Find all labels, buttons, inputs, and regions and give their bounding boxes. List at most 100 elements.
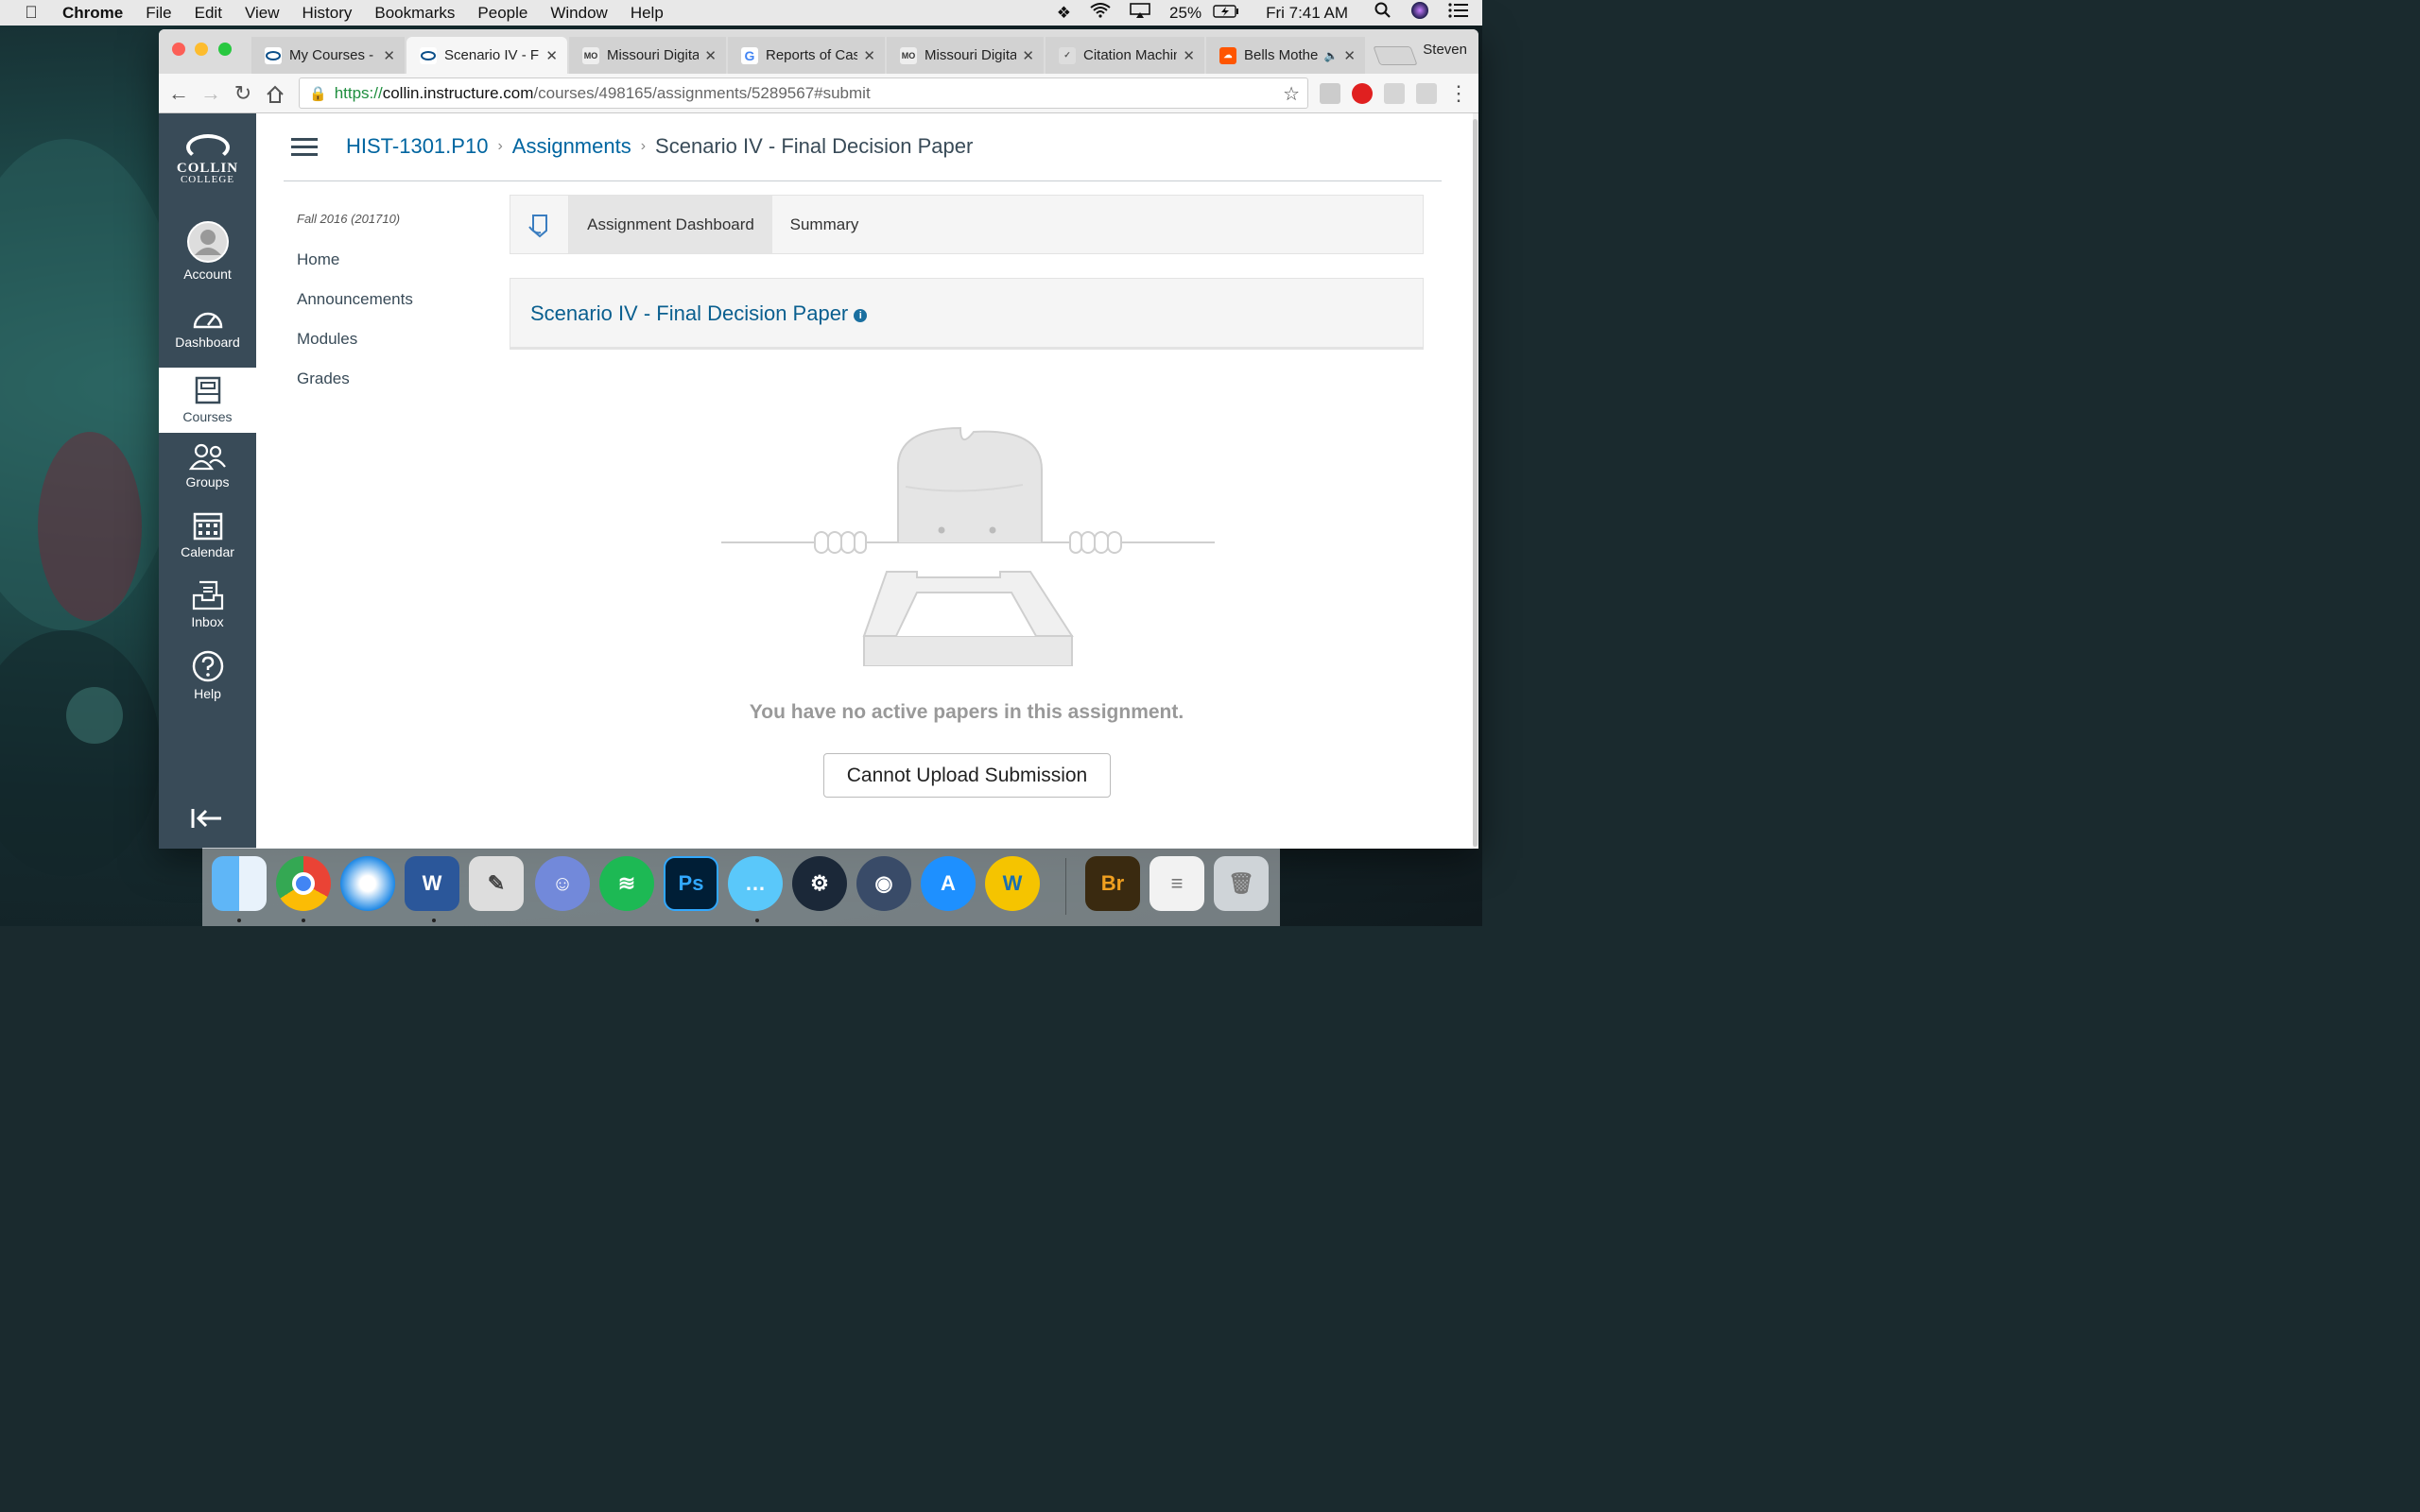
home-icon[interactable] [263,81,287,106]
browser-toolbar: ← → ↻ 🔒 https:// collin.instructure.com … [159,74,1478,113]
messages-icon[interactable]: … [728,856,783,911]
tab-summary[interactable]: Summary [772,196,876,253]
menubar-clock[interactable]: Fri 7:41 AM [1249,4,1365,23]
menu-people[interactable]: People [466,4,539,23]
wifi-icon[interactable] [1080,3,1120,23]
hamburger-menu-icon[interactable] [291,138,318,161]
coursenav-announcements[interactable]: Announcements [297,290,486,309]
globalnav-label: Inbox [191,614,224,629]
close-tab-icon[interactable]: ✕ [383,47,395,64]
globalnav-help[interactable]: Help [159,650,256,709]
page-scrollbar[interactable] [1473,113,1478,849]
tab-reports-of-cases[interactable]: G Reports of Cas ✕ [728,37,885,74]
safari-icon[interactable] [340,856,395,911]
tab-title: Reports of Cas [766,47,858,63]
globalnav-groups[interactable]: Groups [159,442,256,501]
chrome-icon[interactable] [276,856,331,911]
back-arrow-icon[interactable]: ← [166,81,191,106]
reload-icon[interactable]: ↻ [231,81,255,106]
photoshop-icon[interactable]: Ps [664,856,718,911]
teamspeak-icon[interactable]: ◉ [856,856,911,911]
new-tab-button[interactable] [1373,46,1418,65]
menu-window[interactable]: Window [539,4,618,23]
globalnav-label: Groups [185,474,230,490]
info-icon[interactable]: i [854,309,868,322]
dropbox-icon[interactable]: ❖ [1047,4,1080,23]
steam-icon[interactable]: ⚙ [792,856,847,911]
minimize-window-button[interactable] [195,43,208,56]
globalnav-calendar[interactable]: Calendar [159,510,256,569]
globalnav-courses[interactable]: Courses [159,368,256,433]
adblock-icon[interactable] [1352,83,1373,104]
profile-name[interactable]: Steven [1423,42,1467,58]
collin-college-logo[interactable]: COLLIN COLLEGE [159,134,256,185]
tab-bells-mother[interactable]: ☁ Bells Mothe 🔈 ✕ [1206,37,1365,74]
coursenav-grades[interactable]: Grades [297,369,486,388]
globalnav-label: Help [194,686,221,701]
close-tab-icon[interactable]: ✕ [1183,47,1195,64]
siri-icon[interactable] [1401,1,1439,25]
bridge-icon[interactable]: Br [1085,856,1140,911]
chrome-menu-icon[interactable]: ⋮ [1446,81,1471,106]
mosos-icon: MO [582,46,599,64]
menu-app-name[interactable]: Chrome [62,4,134,23]
collapse-nav-icon[interactable] [191,805,223,837]
globalnav-inbox[interactable]: Inbox [159,580,256,639]
cannot-upload-submission-button[interactable]: Cannot Upload Submission [823,753,1111,798]
tab-missouri-digital-2[interactable]: MO Missouri Digita ✕ [887,37,1044,74]
tab-assignment-dashboard[interactable]: Assignment Dashboard [569,196,772,253]
assignment-title[interactable]: Scenario IV - Final Decision Paper [530,301,848,325]
trophy-app-icon[interactable]: W [985,856,1040,911]
close-tab-icon[interactable]: ✕ [863,47,875,64]
assignment-title-wrap[interactable]: Scenario IV - Final Decision Paper i [530,301,868,326]
word-icon[interactable]: W [405,856,459,911]
menu-help[interactable]: Help [619,4,675,23]
notification-center-icon[interactable] [1439,3,1482,23]
trash-icon[interactable]: 🗑 [1214,856,1269,911]
finder-icon[interactable] [212,856,267,911]
breadcrumb-assignments[interactable]: Assignments [512,134,631,159]
empty-inbox-illustration [721,426,1215,666]
coursenav-modules[interactable]: Modules [297,330,486,349]
hd-extension-icon[interactable] [1384,83,1405,104]
tab-my-courses[interactable]: My Courses - C ✕ [251,37,405,74]
menu-file[interactable]: File [134,4,182,23]
menu-view[interactable]: View [233,4,291,23]
globalnav-label: Account [183,266,232,282]
zoom-window-button[interactable] [218,43,232,56]
forward-arrow-icon[interactable]: → [199,81,223,106]
running-indicator [237,919,241,922]
gmail-checker-icon[interactable] [1320,83,1340,104]
css-extension-icon[interactable] [1416,83,1437,104]
menu-bookmarks[interactable]: Bookmarks [363,4,466,23]
airplay-icon[interactable] [1120,3,1160,23]
battery-icon[interactable] [1203,4,1249,23]
speaker-icon[interactable]: 🔈 [1323,49,1338,62]
tab-title: My Courses - C [289,47,377,63]
bookmark-star-icon[interactable]: ☆ [1283,82,1300,106]
globalnav-account[interactable]: Account [159,221,256,287]
spotify-icon[interactable]: ≋ [599,856,654,911]
close-tab-icon[interactable]: ✕ [704,47,717,64]
close-tab-icon[interactable]: ✕ [1343,47,1356,64]
script-editor-icon[interactable]: ✎ [469,856,524,911]
spotlight-search-icon[interactable] [1365,2,1401,24]
tab-missouri-digital-1[interactable]: MO Missouri Digita ✕ [569,37,726,74]
globalnav-dashboard[interactable]: Dashboard [159,306,256,363]
documents-stack-icon[interactable]: ≡ [1150,856,1204,911]
breadcrumb-course[interactable]: HIST-1301.P10 [346,134,488,159]
discord-icon[interactable]: ☺ [535,856,590,911]
close-window-button[interactable] [172,43,185,56]
tab-citation-machine[interactable]: ✓ Citation Machin ✕ [1046,37,1204,74]
menu-history[interactable]: History [290,4,363,23]
logo-line2: COLLEGE [180,174,235,185]
groups-icon [188,443,226,471]
app-store-icon[interactable]: A [921,856,976,911]
close-tab-icon[interactable]: ✕ [545,47,558,64]
coursenav-home[interactable]: Home [297,250,486,269]
apple-menu-icon[interactable]:  [0,3,62,23]
tab-scenario-iv[interactable]: Scenario IV - F ✕ [406,37,567,74]
close-tab-icon[interactable]: ✕ [1022,47,1034,64]
menu-edit[interactable]: Edit [183,4,233,23]
address-bar[interactable]: 🔒 https:// collin.instructure.com /cours… [299,77,1308,109]
